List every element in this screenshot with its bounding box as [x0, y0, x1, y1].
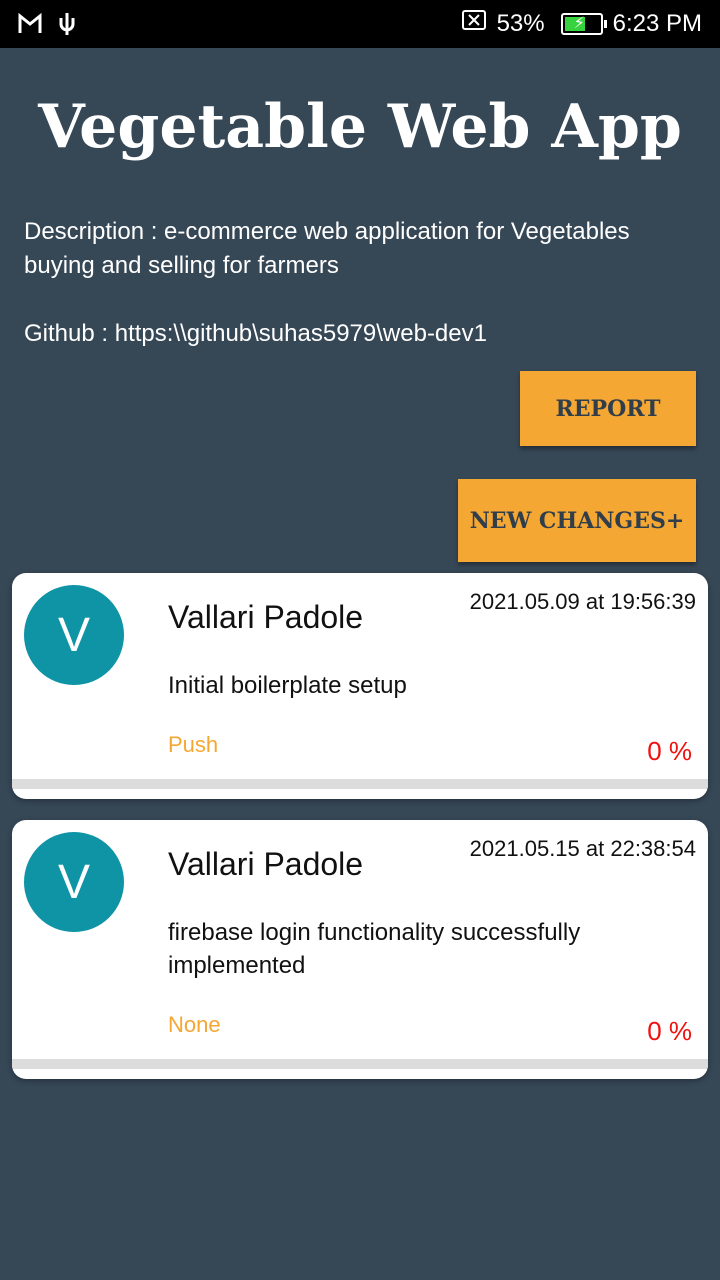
no-sim-icon — [461, 9, 487, 38]
author-name: Vallari Padole — [168, 846, 364, 882]
github-link[interactable]: Github : https:\\github\suhas5979\web-de… — [24, 320, 487, 348]
new-changes-button[interactable]: NEW CHANGES+ — [458, 479, 696, 562]
report-button[interactable]: REPORT — [520, 371, 696, 446]
usb-icon — [56, 11, 78, 42]
commit-message: firebase login functionality successfull… — [168, 919, 581, 979]
avatar: V — [24, 585, 124, 685]
commit-type: Push — [168, 732, 219, 757]
commit-percent: 0 % — [647, 736, 692, 766]
page-title: Vegetable Web App — [38, 92, 682, 162]
battery-percent: 53% — [496, 9, 545, 37]
commit-type: None — [168, 1012, 221, 1037]
commit-date: 2021.05.09 at 19:56:39 — [469, 589, 696, 614]
clock: 6:23 PM — [612, 9, 702, 37]
commit-message: Initial boilerplate setup — [168, 672, 407, 699]
commit-card[interactable]: V Vallari Padole 2021.05.15 at 22:38:54 … — [12, 820, 708, 1079]
gmail-icon — [18, 12, 42, 40]
card-divider — [12, 1059, 708, 1069]
avatar: V — [24, 832, 124, 932]
commit-percent: 0 % — [647, 1016, 692, 1046]
commit-card[interactable]: V Vallari Padole 2021.05.09 at 19:56:39 … — [12, 573, 708, 799]
author-name: Vallari Padole — [168, 599, 364, 635]
status-bar: 53% ⚡ 6:23 PM — [0, 0, 720, 48]
commit-date: 2021.05.15 at 22:38:54 — [469, 836, 696, 861]
card-divider — [12, 779, 708, 789]
battery-icon: ⚡ — [560, 12, 607, 35]
app-description: Description : e-commerce web application… — [24, 218, 630, 279]
